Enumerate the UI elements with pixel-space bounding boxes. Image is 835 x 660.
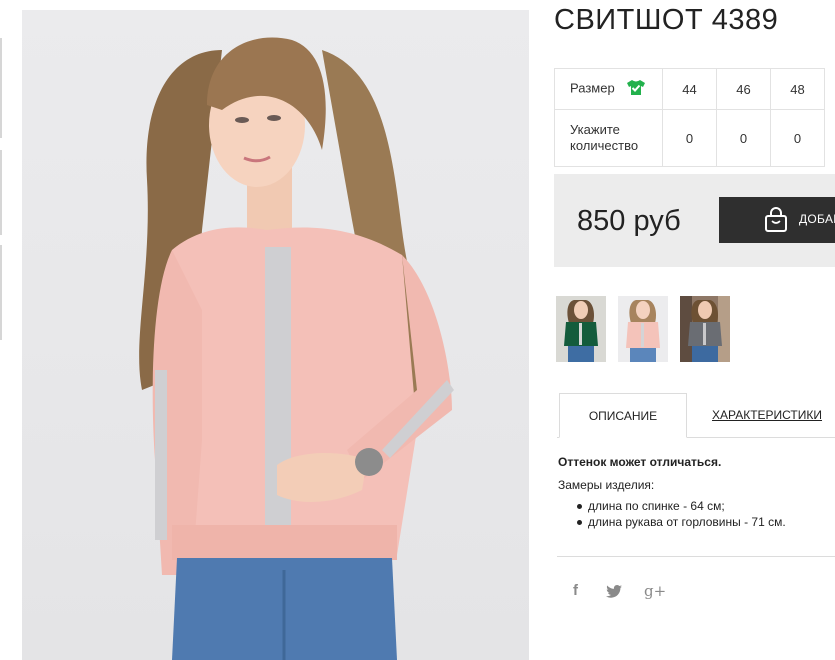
product-main-photo[interactable] [22,10,529,660]
thumbnail-pink-image [618,296,668,362]
google-plus-share-icon[interactable]: g+ [644,582,666,600]
add-to-cart-label: ДОБАВИТЬ В КОРЗИНУ [799,212,835,226]
thumbnail-grey-image [680,296,730,362]
product-title: СВИТШОТ 4389 [554,4,779,36]
quantity-label: Укажите количество [554,109,663,167]
size-option-44[interactable]: 44 [662,68,717,110]
thumbnail-green-image [556,296,606,362]
facebook-share-icon[interactable]: f [573,582,578,599]
section-divider [557,556,835,557]
size-table: Размер 44 46 48 Укажите количество 0 0 0 [554,68,825,167]
size-label: Размер [570,80,615,96]
thumbnail-green[interactable] [556,296,606,362]
tshirt-check-icon [626,79,646,99]
tab-description[interactable]: ОПИСАНИЕ [559,393,687,438]
twitter-bird-icon[interactable] [606,584,622,602]
product-photo-illustration [139,37,454,660]
quantity-field-44[interactable]: 0 [662,109,717,167]
size-option-46[interactable]: 46 [716,68,771,110]
measurements-list: длина по спинке - 64 см; длина рукава от… [577,498,786,530]
quantity-field-48[interactable]: 0 [770,109,825,167]
left-edge-mark [0,38,2,138]
add-to-cart-button[interactable]: ДОБАВИТЬ В КОРЗИНУ [719,197,835,243]
product-price: 850 руб [577,205,681,237]
quantity-field-46[interactable]: 0 [716,109,771,167]
list-item: длина по спинке - 64 см; [577,498,786,514]
thumbnail-pink[interactable] [618,296,668,362]
size-label-cell: Размер [554,68,663,110]
tab-characteristics[interactable]: ХАРАКТЕРИСТИКИ [712,408,822,422]
left-edge-mark [0,245,2,340]
measurements-heading: Замеры изделия: [558,478,655,492]
price-box: 850 руб ДОБАВИТЬ В КОРЗИНУ [554,174,835,267]
size-option-48[interactable]: 48 [770,68,825,110]
list-item: длина рукава от горловины - 71 см. [577,515,786,529]
color-disclaimer: Оттенок может отличаться. [558,455,722,469]
shopping-bag-icon [763,207,789,238]
thumbnail-grey[interactable] [680,296,730,362]
left-edge-mark [0,150,2,235]
